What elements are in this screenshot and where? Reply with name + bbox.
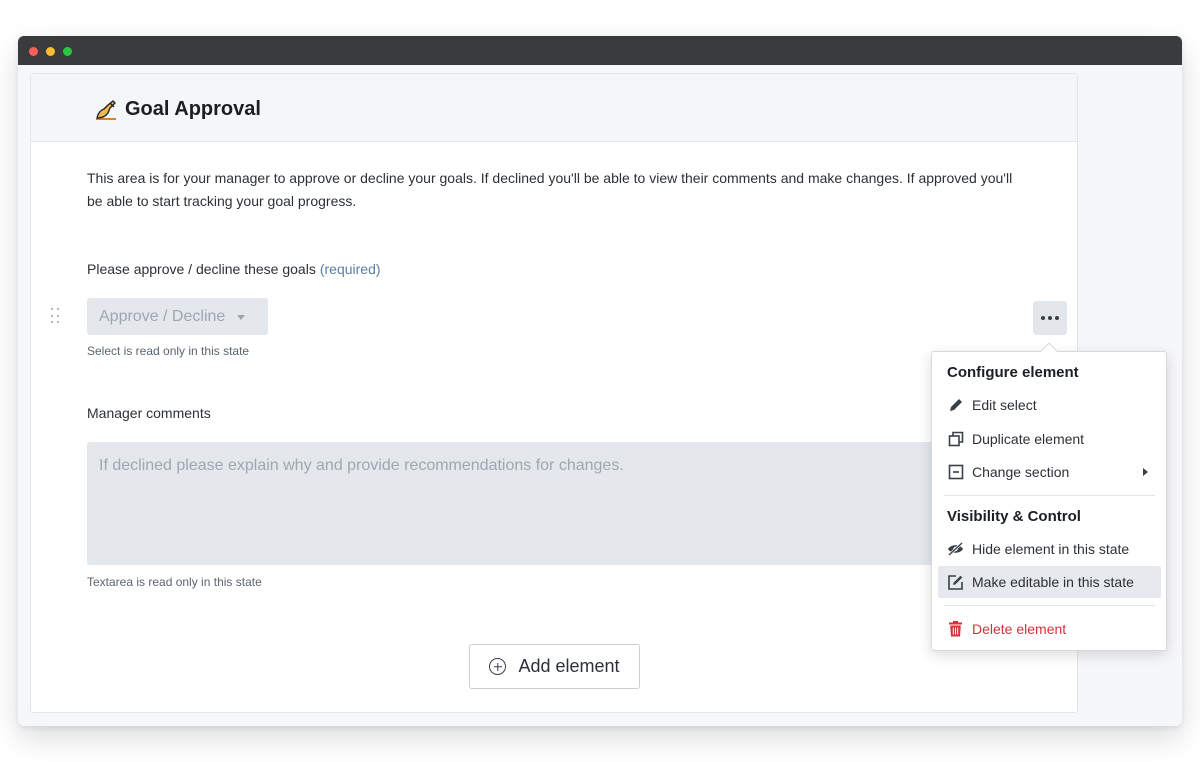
element-options-menu: Configure element Edit select Duplicate …	[931, 342, 1167, 651]
duplicate-icon	[947, 431, 964, 448]
pencil-icon	[947, 397, 964, 414]
card-title-group: Goal Approval	[94, 98, 261, 121]
comments-field-label: Manager comments	[87, 405, 211, 421]
drag-handle-icon[interactable]	[51, 308, 61, 326]
manager-comments-textarea[interactable]: If declined please explain why and provi…	[87, 442, 1067, 565]
add-element-label: Add element	[518, 656, 620, 676]
writing-hand-icon	[94, 99, 118, 121]
approve-decline-select[interactable]: Approve / Decline	[87, 298, 268, 335]
section-icon	[947, 464, 964, 481]
trash-icon	[947, 621, 964, 638]
approval-field-label: Please approve / decline these goals (req…	[87, 261, 381, 277]
delete-element-menu-item[interactable]: Delete element	[938, 613, 1161, 645]
required-indicator: (required)	[319, 261, 381, 277]
menu-item-label: Edit select	[972, 397, 1037, 413]
menu-item-label: Change section	[972, 464, 1070, 480]
page-title: Goal Approval	[125, 98, 261, 120]
minimize-window-button[interactable]	[46, 47, 55, 56]
menu-item-label: Delete element	[972, 621, 1067, 637]
menu-divider	[944, 495, 1155, 496]
menu-divider	[944, 605, 1155, 606]
duplicate-element-menu-item[interactable]: Duplicate element	[938, 423, 1161, 455]
edit-square-icon	[947, 574, 964, 591]
intro-text: This area is for your manager to approve…	[87, 170, 1013, 209]
menu-section-configure: Configure element	[947, 364, 1079, 381]
select-help-text: Select is read only in this state	[87, 344, 250, 358]
menu-item-label: Hide element in this state	[972, 541, 1130, 557]
more-options-button[interactable]	[1033, 301, 1067, 335]
eye-slash-icon	[947, 541, 964, 558]
chevron-down-icon	[237, 315, 246, 320]
menu-item-label: Duplicate element	[972, 431, 1085, 447]
plus-circle-icon	[489, 658, 507, 675]
card-header: Goal Approval	[31, 74, 1077, 142]
hide-element-menu-item[interactable]: Hide element in this state	[938, 533, 1161, 565]
chevron-right-icon	[1143, 468, 1148, 476]
make-editable-menu-item[interactable]: Make editable in this state	[938, 566, 1161, 598]
maximize-window-button[interactable]	[63, 47, 72, 56]
window-titlebar	[18, 36, 1182, 65]
select-placeholder: Approve / Decline	[99, 307, 226, 325]
goal-approval-card: Goal Approval This area is for your mana…	[30, 73, 1078, 713]
change-section-menu-item[interactable]: Change section	[938, 456, 1161, 488]
menu-item-label: Make editable in this state	[972, 574, 1134, 590]
textarea-help-text: Textarea is read only in this state	[87, 575, 262, 589]
close-window-button[interactable]	[29, 47, 38, 56]
menu-section-visibility: Visibility & Control	[947, 508, 1081, 525]
approval-label-text: Please approve / decline these goals	[87, 261, 316, 277]
add-element-button[interactable]: Add element	[469, 644, 640, 689]
edit-select-menu-item[interactable]: Edit select	[938, 389, 1161, 421]
